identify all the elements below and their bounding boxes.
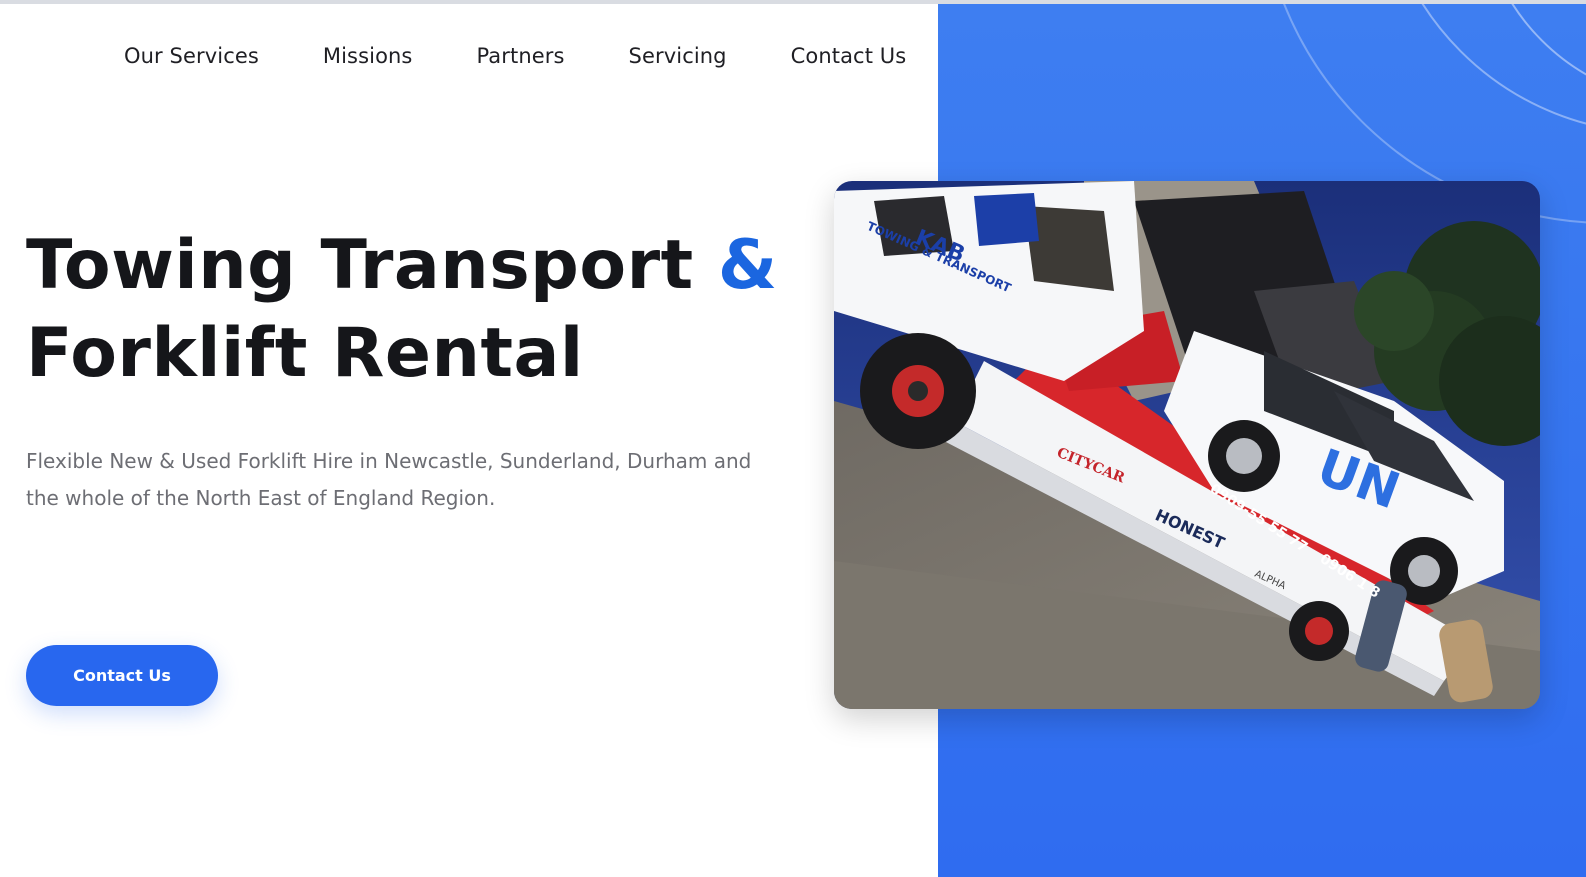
- hero-title-part1: Towing Transport: [26, 226, 694, 305]
- hero-photo-tow-truck: KAB TOWING & TRANSPORT UN 0909-55 55 77 …: [834, 181, 1540, 709]
- nav-our-services[interactable]: Our Services: [124, 44, 259, 68]
- main-navigation: Our Services Missions Partners Servicing…: [124, 44, 906, 68]
- contact-us-button[interactable]: Contact Us: [26, 645, 218, 706]
- nav-contact-us[interactable]: Contact Us: [791, 44, 907, 68]
- hero-title-line2: Forklift Rental: [26, 314, 584, 393]
- tow-truck-illustration: KAB TOWING & TRANSPORT UN 0909-55 55 77 …: [834, 181, 1540, 709]
- hero-title: Towing Transport & Forklift Rental: [26, 222, 786, 398]
- nav-partners[interactable]: Partners: [476, 44, 564, 68]
- nav-missions[interactable]: Missions: [323, 44, 413, 68]
- hero-subtitle: Flexible New & Used Forklift Hire in New…: [26, 449, 752, 510]
- hero-title-ampersand: &: [717, 226, 778, 305]
- nav-servicing[interactable]: Servicing: [629, 44, 727, 68]
